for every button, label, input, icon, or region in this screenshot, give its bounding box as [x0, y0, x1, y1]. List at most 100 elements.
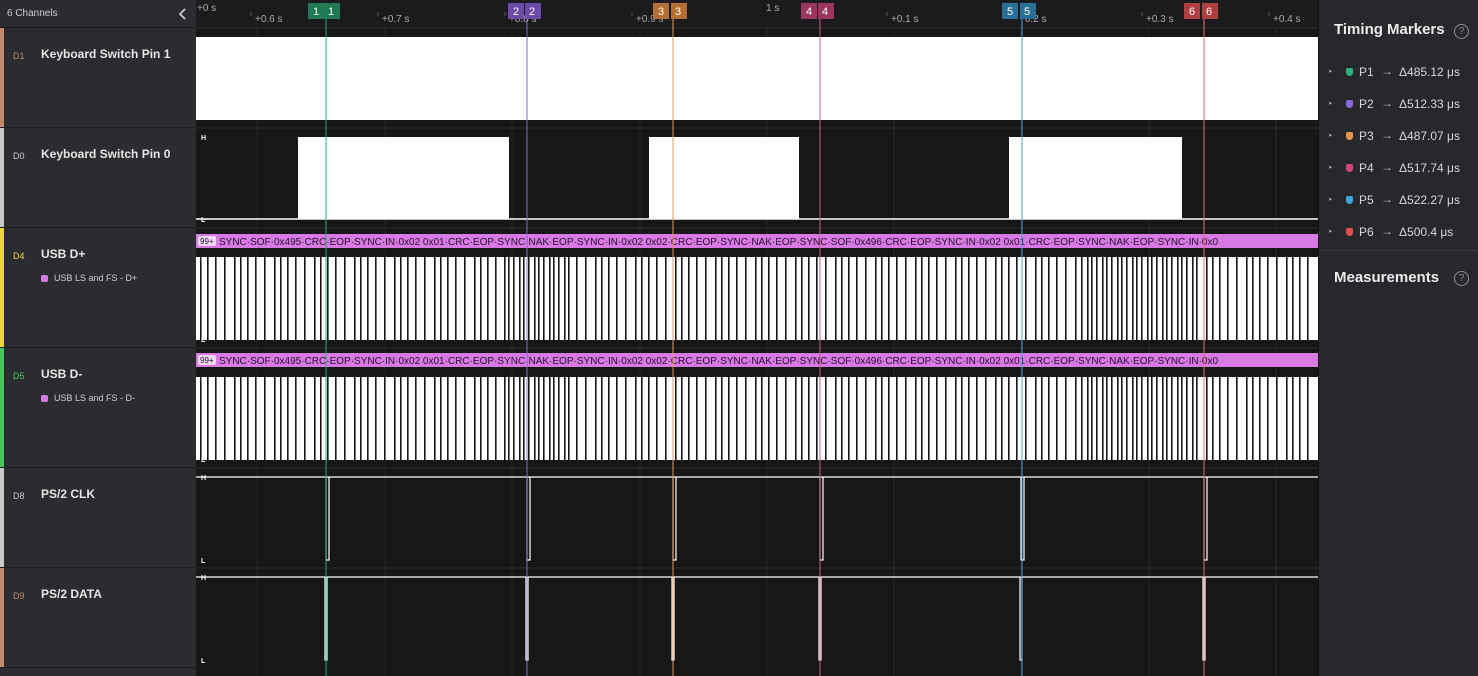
- protocol-decode-text: SYNC·SOF·0x495·CRC·EOP·SYNC·IN·0x02 0x01…: [219, 237, 1218, 248]
- channel-row[interactable]: D1 Keyboard Switch Pin 1: [0, 28, 196, 128]
- expand-icon[interactable]: ▸: [1329, 227, 1333, 235]
- level-high-label: H: [201, 475, 206, 482]
- timing-markers-help-icon[interactable]: ?: [1454, 24, 1469, 39]
- level-low-label: L: [201, 337, 206, 344]
- marker-flag-label: 6: [1189, 6, 1195, 18]
- time-tick-label: +0.1 s: [891, 14, 919, 25]
- right-sidebar: Timing Markers ? ▸ P1 → Δ485.12 μs ▸ P2 → Δ512.…: [1318, 0, 1478, 676]
- time-tick-label: +0.6 s: [255, 14, 283, 25]
- arrow-right-icon: →: [1381, 224, 1393, 238]
- marker-delta: Δ517.74 μs: [1399, 161, 1460, 175]
- channel-row[interactable]: D9 PS/2 DATA: [0, 568, 196, 668]
- channel-row[interactable]: D4 USB D+ USB LS and FS - D+: [0, 228, 196, 348]
- arrow-right-icon: →: [1381, 160, 1393, 174]
- signal-high-region: [196, 37, 1318, 120]
- marker-delta: Δ500.4 μs: [1399, 225, 1454, 239]
- channel-name[interactable]: Keyboard Switch Pin 0: [41, 147, 170, 161]
- protocol-decode-text: SYNC·SOF·0x495·CRC·EOP·SYNC·IN·0x02 0x01…: [219, 356, 1218, 367]
- timing-marker-row[interactable]: ▸ P1 → Δ485.12 μs: [1319, 63, 1478, 83]
- time-tick-label: +0.3 s: [1146, 14, 1174, 25]
- level-high-label: H: [201, 37, 206, 44]
- timing-marker-row[interactable]: ▸ P4 → Δ517.74 μs: [1319, 159, 1478, 179]
- level-high-label: H: [201, 257, 206, 264]
- expand-icon[interactable]: ▸: [1329, 163, 1333, 171]
- marker-color-icon: [1346, 100, 1353, 108]
- channel-id: D4: [13, 251, 25, 261]
- measurements-help-icon[interactable]: ?: [1454, 271, 1469, 286]
- marker-name: P4: [1359, 161, 1374, 175]
- expand-icon[interactable]: ▸: [1329, 131, 1333, 139]
- waveform-view[interactable]: +0.6 s +0.7 s +0.8 s +0.9 s +0.1 s +0.2 s +0.3…: [196, 0, 1318, 676]
- marker-color-icon: [1346, 196, 1353, 204]
- level-high-label: H: [201, 377, 206, 384]
- analyzer-name: USB LS and FS - D-: [54, 393, 136, 403]
- waveform-canvas[interactable]: +0.6 s +0.7 s +0.8 s +0.9 s +0.1 s +0.2 s +0.3…: [196, 0, 1318, 676]
- marker-delta: Δ512.33 μs: [1399, 97, 1460, 111]
- channel-name[interactable]: PS/2 CLK: [41, 487, 95, 501]
- marker-flag-label: 3: [658, 6, 664, 18]
- marker-delta: Δ522.27 μs: [1399, 193, 1460, 207]
- marker-color-icon: [1346, 228, 1353, 236]
- channel-color-bar: [0, 28, 4, 127]
- marker-flag-label: 4: [822, 6, 828, 18]
- channel-color-bar: [0, 228, 4, 347]
- timing-marker-row[interactable]: ▸ P2 → Δ512.33 μs: [1319, 95, 1478, 115]
- channel-color-bar: [0, 128, 4, 227]
- channel-analyzer-label[interactable]: USB LS and FS - D-: [41, 393, 135, 403]
- chevron-left-icon[interactable]: [176, 6, 190, 22]
- channel-color-bar: [0, 568, 4, 667]
- timing-markers-title: Timing Markers: [1334, 21, 1445, 38]
- channel-panel-header: 6 Channels: [0, 0, 196, 28]
- expand-icon[interactable]: ▸: [1329, 195, 1333, 203]
- marker-flag-label: 2: [529, 6, 535, 18]
- channel-name[interactable]: USB D+: [41, 247, 85, 261]
- channel-name[interactable]: PS/2 DATA: [41, 587, 102, 601]
- marker-flag-label: 1: [313, 6, 319, 18]
- marker-name: P2: [1359, 97, 1374, 111]
- time-tick-label: +0.7 s: [382, 14, 410, 25]
- level-high-label: H: [201, 135, 206, 142]
- overflow-badge-text: 99+: [200, 237, 214, 246]
- marker-flag-label: 2: [513, 6, 519, 18]
- channel-id: D5: [13, 371, 25, 381]
- channel-name[interactable]: USB D-: [41, 367, 82, 381]
- level-low-label: L: [201, 457, 206, 464]
- timing-marker-row[interactable]: ▸ P5 → Δ522.27 μs: [1319, 191, 1478, 211]
- level-low-label: L: [201, 658, 206, 665]
- marker-flag-label: 1: [328, 6, 334, 18]
- level-low-label: L: [201, 558, 206, 565]
- channel-analyzer-label[interactable]: USB LS and FS - D+: [41, 273, 137, 283]
- time-tick-label: +0.4 s: [1273, 14, 1301, 25]
- channel-row[interactable]: D5 USB D- USB LS and FS - D-: [0, 348, 196, 468]
- measurements-title: Measurements: [1334, 269, 1440, 286]
- overflow-badge-text: 99+: [200, 356, 214, 365]
- marker-flag-label: 5: [1024, 6, 1030, 18]
- marker-delta: Δ487.07 μs: [1399, 129, 1460, 143]
- timing-marker-row[interactable]: ▸ P6 → Δ500.4 μs: [1319, 223, 1478, 243]
- marker-color-icon: [1346, 164, 1353, 172]
- signal-pulse: [1009, 137, 1182, 219]
- time-major-label: +0 s: [197, 3, 216, 14]
- analyzer-color-dot: [41, 395, 48, 402]
- channel-panel: 6 Channels D1 Keyboard Switch Pin 1 D0 Keyb…: [0, 0, 196, 676]
- channel-row[interactable]: D0 Keyboard Switch Pin 0: [0, 128, 196, 228]
- channel-id: D1: [13, 51, 25, 61]
- expand-icon[interactable]: ▸: [1329, 99, 1333, 107]
- level-high-label: H: [201, 575, 206, 582]
- channels-count-label: 6 Channels: [7, 8, 58, 19]
- arrow-right-icon: →: [1381, 96, 1393, 110]
- channel-name[interactable]: Keyboard Switch Pin 1: [41, 47, 170, 61]
- time-major-label: 1 s: [766, 3, 779, 14]
- marker-flag-label: 4: [806, 6, 812, 18]
- marker-name: P6: [1359, 225, 1374, 239]
- arrow-right-icon: →: [1381, 128, 1393, 142]
- expand-icon[interactable]: ▸: [1329, 67, 1333, 75]
- marker-name: P1: [1359, 65, 1374, 79]
- arrow-right-icon: →: [1381, 64, 1393, 78]
- channel-row[interactable]: D8 PS/2 CLK: [0, 468, 196, 568]
- channel-color-bar: [0, 348, 4, 467]
- timing-marker-row[interactable]: ▸ P3 → Δ487.07 μs: [1319, 127, 1478, 147]
- marker-name: P5: [1359, 193, 1374, 207]
- arrow-right-icon: →: [1381, 192, 1393, 206]
- marker-flag-label: 3: [675, 6, 681, 18]
